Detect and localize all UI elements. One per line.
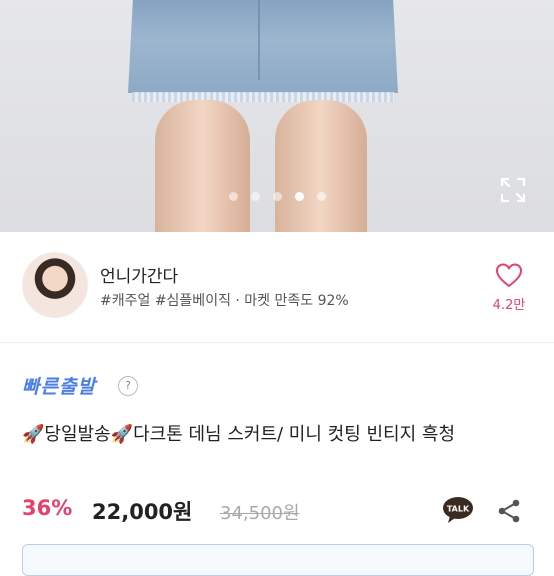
share-icon[interactable] — [496, 498, 522, 524]
discount-rate: 36% — [22, 496, 73, 520]
expand-icon[interactable] — [498, 175, 528, 205]
product-title-part1: 당일발송 — [44, 424, 111, 445]
carousel-pagination — [0, 192, 554, 206]
seller-tags: #캐주얼 #심플베이직 · 마켓 만족도 92% — [100, 293, 349, 309]
carousel-dot[interactable] — [316, 192, 326, 201]
rocket-icon: 🚀 — [110, 424, 134, 445]
heart-icon — [495, 263, 523, 288]
product-photo-leg-right — [275, 100, 367, 232]
talk-label: TALK — [447, 505, 470, 514]
seller-name[interactable]: 언니가간다 — [100, 262, 178, 287]
talk-icon[interactable]: TALK — [442, 496, 474, 524]
rocket-icon: 🚀 — [22, 424, 45, 445]
product-photo-skirt — [128, 0, 398, 94]
seller-avatar[interactable] — [22, 252, 88, 318]
section-divider — [0, 342, 554, 343]
fast-shipping-badge: 빠른출발 — [22, 376, 96, 398]
product-photo-seam — [258, 0, 260, 80]
product-photo-leg-left — [155, 100, 250, 232]
carousel-dot[interactable] — [272, 192, 282, 201]
price-row: 36% 22,000원 34,500원 TALK — [22, 496, 532, 526]
carousel-dot[interactable] — [250, 192, 260, 201]
like-button[interactable]: 4.2만 — [486, 262, 532, 313]
like-count: 4.2만 — [492, 298, 526, 313]
seller-info[interactable]: 언니가간다 #캐주얼 #심플베이직 · 마켓 만족도 92% 4.2만 — [0, 232, 554, 342]
help-icon[interactable]: ? — [118, 376, 138, 396]
product-photo-hem — [132, 92, 394, 102]
product-title-part2: 다크톤 데님 스커트/ 미니 컷팅 빈티지 흑청 — [133, 424, 456, 445]
coupon-banner[interactable] — [22, 544, 534, 576]
original-price: 34,500원 — [220, 503, 300, 524]
carousel-dot[interactable] — [228, 192, 238, 201]
carousel-dot-active[interactable] — [294, 192, 304, 201]
product-image-carousel[interactable] — [0, 0, 554, 232]
sale-price: 22,000원 — [92, 500, 193, 524]
product-title: 🚀당일발송🚀다크톤 데님 스커트/ 미니 컷팅 빈티지 흑청 — [22, 420, 532, 450]
